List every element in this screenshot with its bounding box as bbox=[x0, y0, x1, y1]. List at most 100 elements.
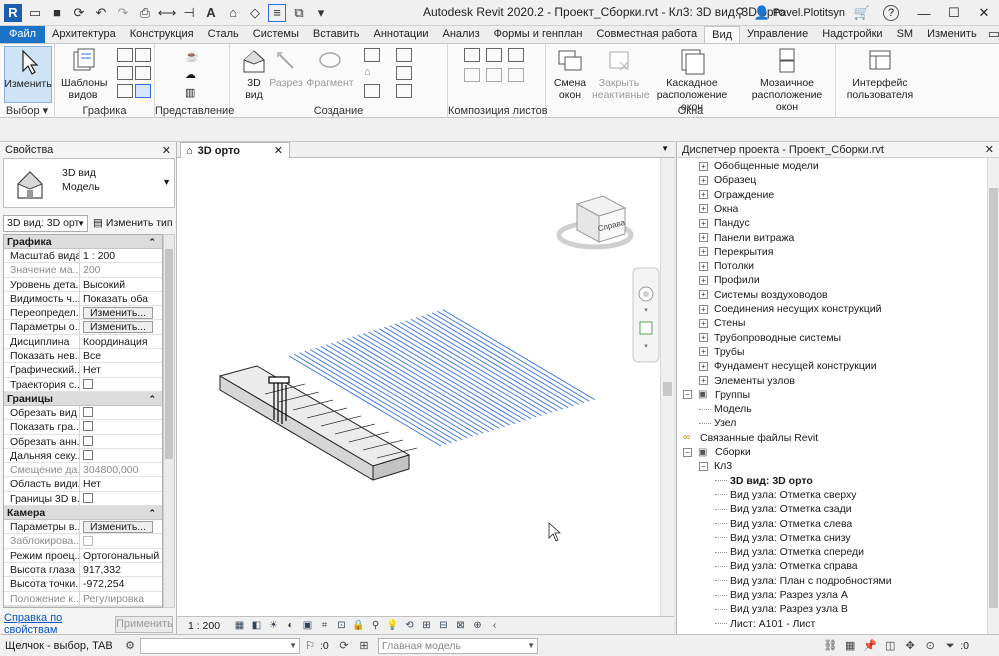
crop-region-icon[interactable]: ⊡ bbox=[335, 620, 348, 632]
property-value[interactable]: Все bbox=[80, 349, 162, 362]
drafting-view-icon[interactable] bbox=[364, 84, 380, 98]
property-category[interactable]: Идентификация⌃ bbox=[4, 605, 162, 607]
tab-sm[interactable]: SM bbox=[890, 26, 921, 43]
rebar-line[interactable] bbox=[389, 325, 542, 416]
close-window-button[interactable]: ✕ bbox=[969, 0, 999, 26]
revisions-icon[interactable] bbox=[464, 68, 480, 82]
render-dialog-icon[interactable]: ▣ bbox=[301, 620, 314, 632]
browser-tree-item[interactable]: + Окна bbox=[699, 202, 738, 216]
shadows-icon[interactable]: ◐ bbox=[284, 620, 297, 632]
browser-tree-item[interactable]: + Системы воздуховодов bbox=[699, 288, 828, 302]
collapse-icon[interactable]: − bbox=[699, 461, 708, 471]
select-group-label[interactable]: Выбор ▾ bbox=[0, 104, 54, 117]
rebar-line[interactable] bbox=[400, 322, 553, 413]
render-cloud-icon[interactable]: ☁ bbox=[185, 68, 201, 82]
collapse-caret-icon[interactable]: ⌃ bbox=[148, 606, 156, 607]
expand-icon[interactable]: + bbox=[699, 247, 708, 257]
browser-tree-item[interactable]: + Фундамент несущей конструкции bbox=[699, 359, 877, 373]
browser-tree-item[interactable]: + Элементы узлов bbox=[699, 374, 795, 388]
filter-icon[interactable]: ⏷ bbox=[943, 639, 957, 653]
filters-icon[interactable] bbox=[135, 48, 151, 62]
browser-tree-item[interactable]: + Соединения несущих конструкций bbox=[699, 302, 881, 316]
property-value[interactable]: Ортогональный bbox=[80, 549, 162, 562]
highlight-displacement-icon[interactable]: ⊠ bbox=[454, 620, 467, 632]
matchline-icon[interactable] bbox=[508, 68, 524, 82]
rebar-line[interactable] bbox=[336, 341, 489, 432]
design-option-select[interactable]: Главная модель ▼ bbox=[378, 637, 538, 654]
property-checkbox[interactable] bbox=[83, 535, 93, 546]
select-by-face-icon[interactable]: ◫ bbox=[883, 639, 897, 653]
view-tab-3d-ortho[interactable]: ⌂ 3D орто ✕ bbox=[180, 142, 290, 158]
cascade-button[interactable]: Каскадное расположение окон bbox=[644, 46, 740, 113]
browser-tree-item[interactable]: + Профили bbox=[699, 273, 760, 287]
editable-only-icon[interactable]: ⚐ bbox=[303, 639, 317, 653]
customize-toolbar-icon[interactable]: ▾ bbox=[312, 4, 330, 22]
view3d-icon[interactable]: ⌂ bbox=[224, 4, 242, 22]
property-value[interactable]: Высокий bbox=[80, 278, 162, 291]
expand-icon[interactable]: + bbox=[699, 275, 708, 285]
help-button[interactable]: ? bbox=[883, 5, 899, 21]
expand-icon[interactable]: + bbox=[699, 361, 708, 371]
property-category[interactable]: Камера ⌃ bbox=[4, 506, 162, 521]
expand-icon[interactable]: + bbox=[699, 347, 708, 357]
expand-icon[interactable]: + bbox=[699, 304, 708, 314]
property-category[interactable]: Границы ⌃ bbox=[4, 391, 162, 406]
tab-modify[interactable]: Изменить bbox=[920, 26, 984, 43]
tab-annotate[interactable]: Аннотации bbox=[367, 26, 436, 43]
browser-tree-item[interactable]: Лист: А101 - Лист bbox=[715, 617, 815, 631]
thin-lines-icon[interactable]: ≡ bbox=[268, 3, 286, 22]
tab-manage[interactable]: Управление bbox=[740, 26, 815, 43]
ribbon-minimize-icon[interactable]: ▭ bbox=[988, 25, 999, 43]
select-links-icon[interactable]: ⛓ bbox=[823, 639, 837, 653]
browser-tree-item[interactable]: − Кл3 bbox=[699, 459, 732, 473]
redo-icon[interactable]: ↷ bbox=[114, 4, 132, 22]
rebar-line[interactable] bbox=[362, 333, 516, 424]
rebar-line[interactable] bbox=[373, 330, 527, 421]
sync-icon[interactable]: ⟳ bbox=[70, 4, 88, 22]
properties-scrollbar[interactable] bbox=[163, 234, 175, 608]
property-value[interactable] bbox=[80, 449, 162, 462]
sync-status-icon[interactable]: ⟳ bbox=[337, 639, 351, 653]
close-icon[interactable]: ✕ bbox=[985, 143, 994, 156]
property-value[interactable] bbox=[80, 435, 162, 448]
hide-isolate-icon[interactable]: ⚲ bbox=[369, 620, 382, 632]
thin-lines-small-icon[interactable] bbox=[117, 66, 133, 80]
browser-tree-item[interactable]: + Трубопроводные системы bbox=[699, 331, 841, 345]
dimension-icon[interactable]: ⊣ bbox=[180, 4, 198, 22]
property-value[interactable]: Изменить... bbox=[80, 520, 162, 534]
property-value[interactable]: 1 : 200 bbox=[80, 249, 162, 262]
rebar-line[interactable] bbox=[357, 334, 511, 426]
expand-icon[interactable]: + bbox=[699, 204, 708, 214]
browser-tree-item[interactable]: + Стены bbox=[699, 316, 745, 330]
worksharing-display-icon[interactable]: ⊞ bbox=[420, 620, 433, 632]
browser-tree-item[interactable]: + Пандус bbox=[699, 216, 750, 230]
property-value[interactable]: Изменить... bbox=[80, 320, 162, 334]
browser-tree-item[interactable]: Вид узла: Отметка снизу bbox=[715, 531, 851, 545]
rebar-line[interactable] bbox=[384, 326, 537, 418]
tile-button[interactable]: Мозаичное расположение окон bbox=[740, 46, 834, 113]
show-hidden-icon[interactable] bbox=[135, 66, 151, 80]
rebar-line[interactable] bbox=[394, 323, 548, 415]
user-interface-button[interactable]: Интерфейс пользователя bbox=[844, 46, 916, 101]
collapse-caret-icon[interactable]: ⌃ bbox=[148, 235, 156, 249]
expand-icon[interactable]: + bbox=[699, 261, 708, 271]
browser-tree-item[interactable]: Модель bbox=[699, 402, 752, 416]
browser-tree-item[interactable]: + Обобщенные модели bbox=[699, 159, 819, 173]
minimize-button[interactable]: — bbox=[909, 0, 939, 26]
viewcube[interactable]: Справа bbox=[556, 195, 634, 250]
chevron-left-icon[interactable]: ‹ bbox=[488, 620, 501, 632]
plan-views-icon[interactable] bbox=[364, 48, 380, 62]
expand-icon[interactable]: + bbox=[699, 318, 708, 328]
expand-icon[interactable]: + bbox=[699, 333, 708, 343]
user-name[interactable]: Pavel.Plotitsyn bbox=[773, 7, 845, 19]
property-checkbox[interactable] bbox=[83, 435, 93, 446]
rebar-line[interactable] bbox=[352, 336, 505, 428]
property-value[interactable]: -972,254 bbox=[80, 577, 162, 590]
expand-icon[interactable]: + bbox=[699, 233, 708, 242]
close-inactive-button[interactable]: Закрыть неактивные bbox=[590, 46, 650, 101]
temp-props-icon[interactable]: ⟲ bbox=[403, 620, 416, 632]
instance-filter-select[interactable]: 3D вид: 3D орт ▼ bbox=[3, 214, 88, 232]
rebar-line[interactable] bbox=[426, 314, 580, 405]
property-value[interactable]: Нет bbox=[80, 477, 162, 490]
rebar-line[interactable] bbox=[378, 328, 532, 420]
